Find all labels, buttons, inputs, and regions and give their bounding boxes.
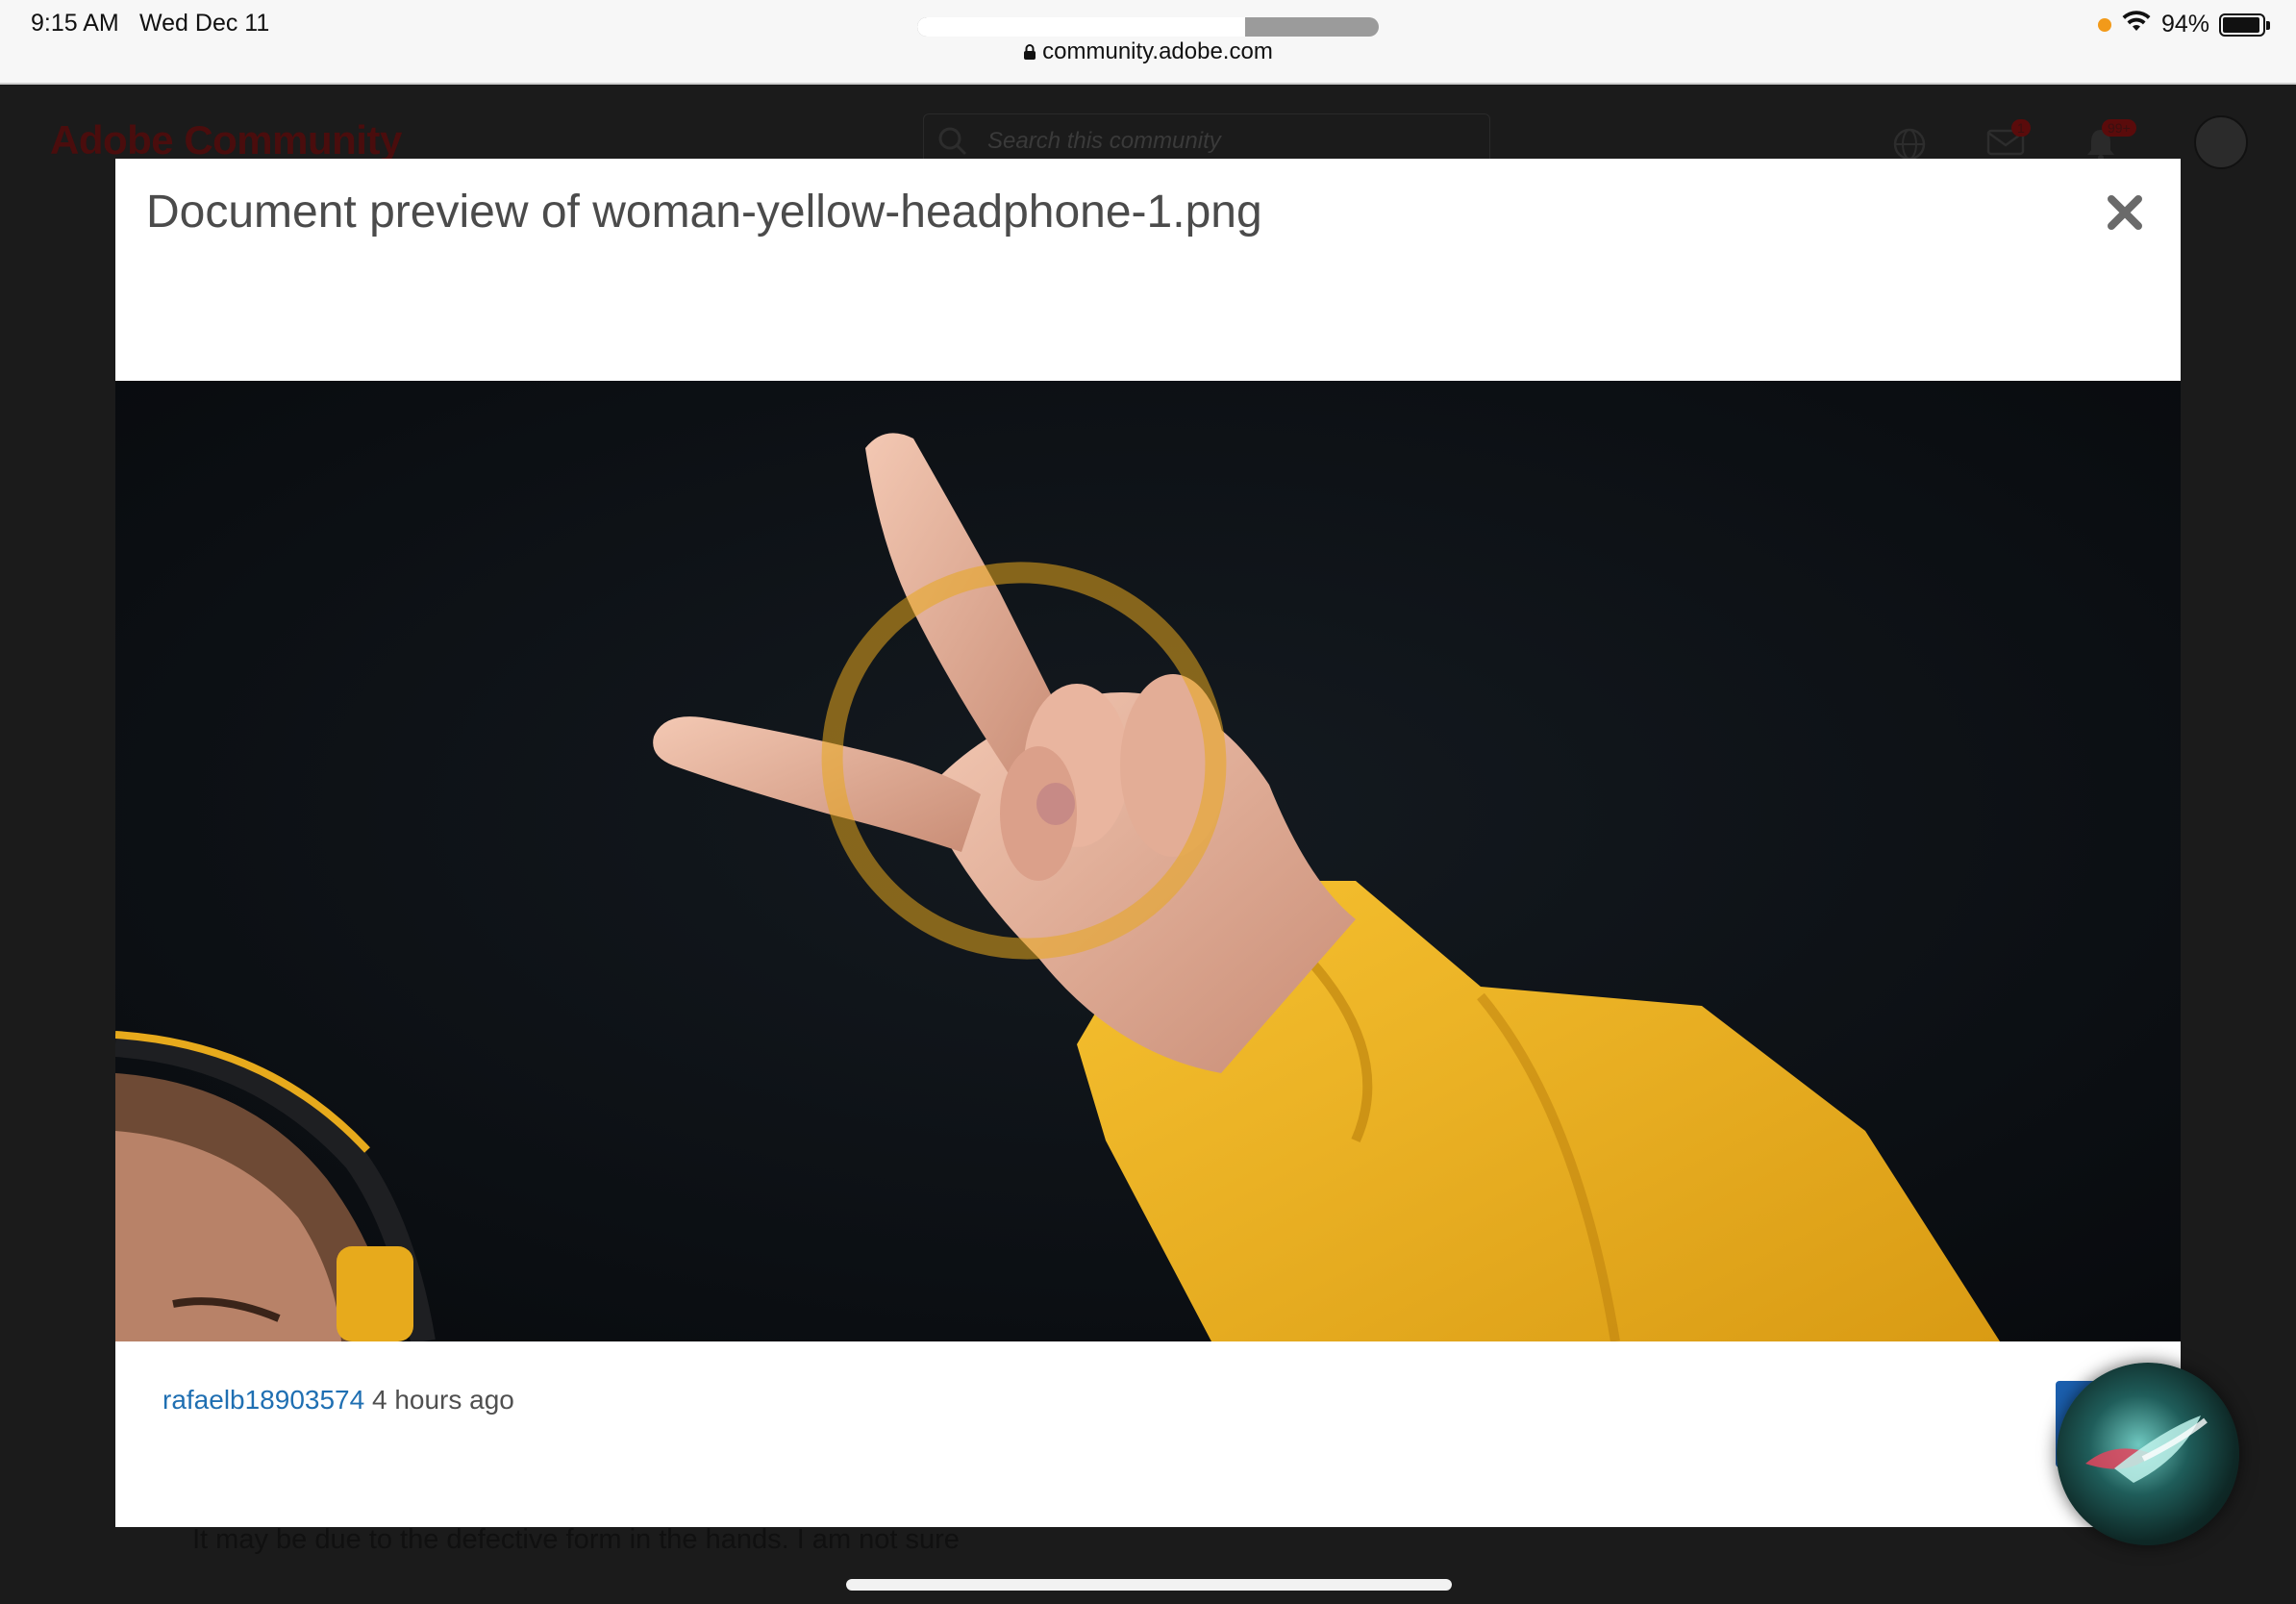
messages-badge: 1	[2011, 119, 2031, 137]
author-link[interactable]: rafaelb18903574	[162, 1385, 364, 1415]
status-indicators: 94%	[2097, 10, 2270, 39]
image-preview	[115, 381, 2181, 1341]
battery-icon	[2219, 13, 2270, 37]
status-bar: 9:15 AM Wed Dec 11 community.adobe.com 9…	[0, 0, 2296, 85]
siri-orb-icon[interactable]	[2057, 1363, 2239, 1545]
avatar[interactable]	[2194, 115, 2248, 169]
site-search-placeholder: Search this community	[987, 128, 1221, 154]
home-indicator[interactable]	[846, 1579, 1452, 1591]
battery-percent: 94%	[2160, 11, 2209, 38]
search-icon	[937, 126, 968, 162]
address-bar[interactable]: community.adobe.com	[0, 38, 2296, 67]
site-logo[interactable]: Adobe Community	[50, 117, 402, 163]
document-preview-modal: Document preview of woman-yellow-headpho…	[115, 159, 2181, 1527]
post-body-text: It may be due to the defective form in t…	[192, 1524, 960, 1555]
page-load-progress-fill	[917, 17, 1245, 37]
preview-image	[115, 381, 2181, 1341]
notifications-badge: 99+	[2102, 119, 2136, 137]
status-date: Wed Dec 11	[139, 10, 270, 37]
page-load-progress	[917, 17, 1379, 37]
post-time: 4 hours ago	[371, 1385, 514, 1415]
status-time: 9:15 AM	[31, 10, 119, 37]
close-icon[interactable]	[2100, 188, 2150, 238]
modal-title: Document preview of woman-yellow-headpho…	[146, 187, 1262, 238]
url-text: community.adobe.com	[1042, 38, 1273, 64]
recording-indicator-icon	[2097, 17, 2111, 32]
lock-icon	[1023, 40, 1036, 67]
attachment-meta: rafaelb18903574 4 hours ago	[162, 1385, 514, 1416]
wifi-icon	[2121, 10, 2152, 39]
battery-level	[2223, 16, 2259, 33]
